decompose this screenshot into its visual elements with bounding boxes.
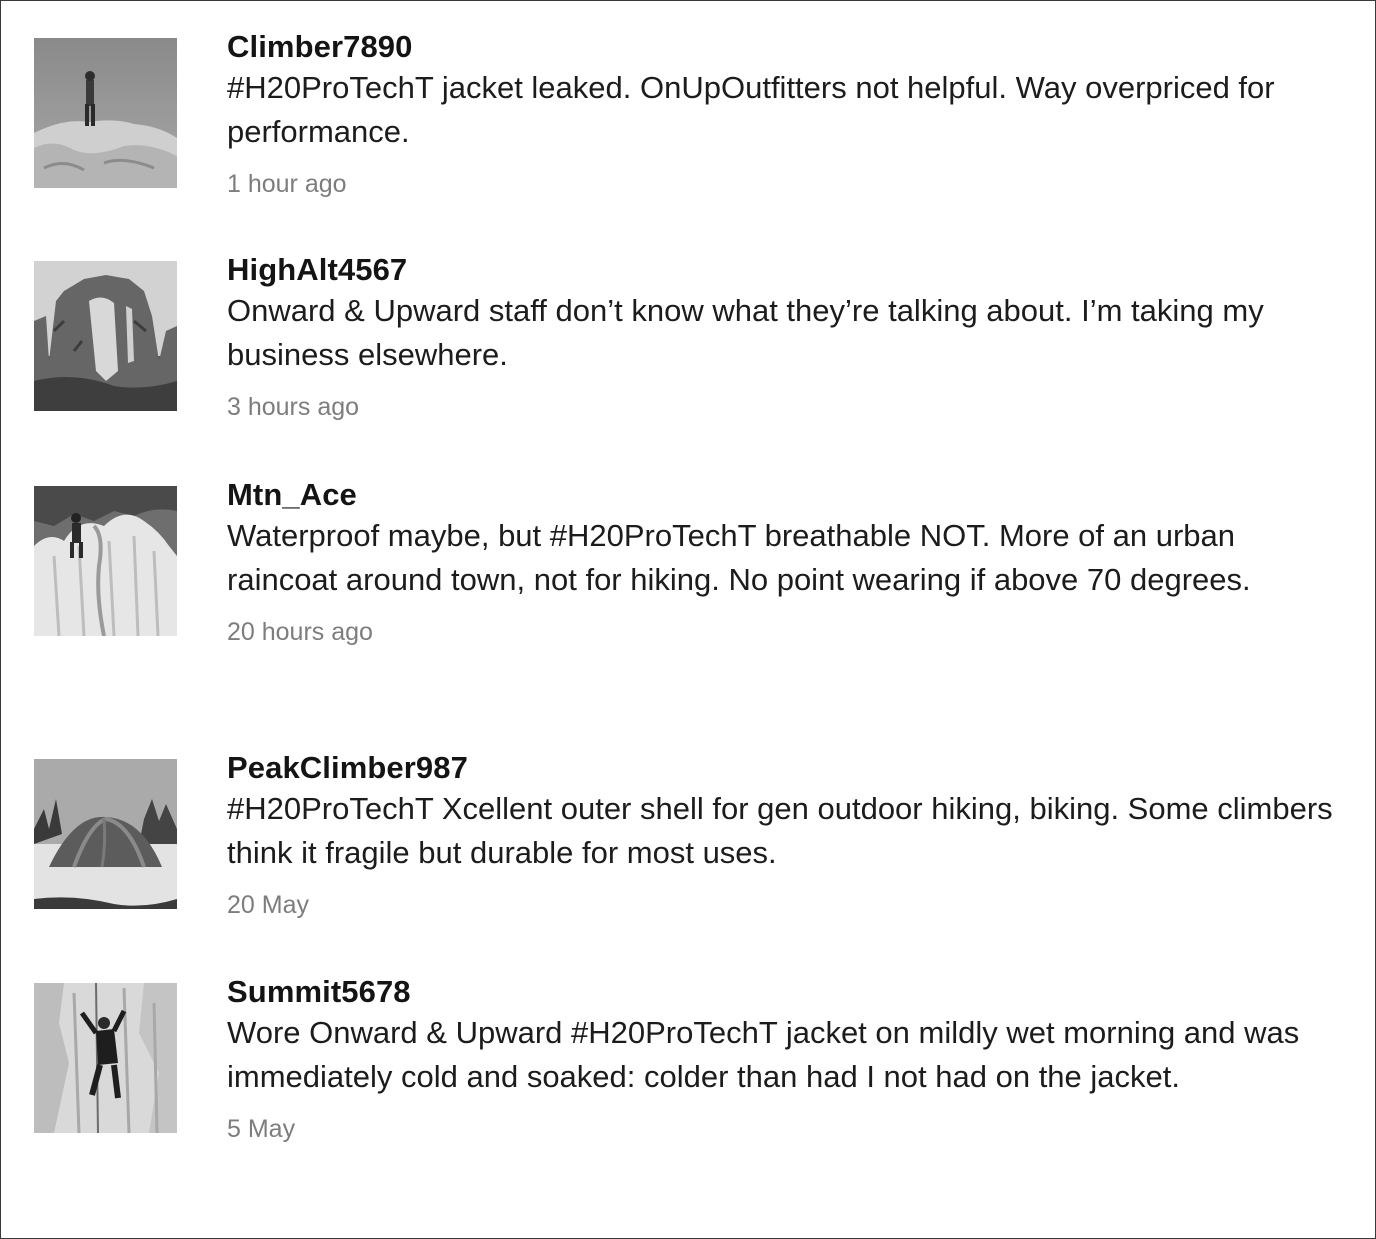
timestamp[interactable]: 20 hours ago: [227, 617, 1337, 647]
post-content: PeakClimber987 #H20ProTechT Xcellent out…: [227, 750, 1337, 920]
username[interactable]: Summit5678: [227, 973, 1337, 1011]
timestamp[interactable]: 1 hour ago: [227, 169, 1337, 199]
avatar[interactable]: [34, 38, 177, 188]
ice-climber-photo: [34, 486, 177, 636]
tent-in-snow-photo: [34, 759, 177, 909]
post-text: Onward & Upward staff don’t know what th…: [227, 293, 1264, 372]
ice-wall-climber-photo: [34, 983, 177, 1133]
post-text: #H20ProTechT Xcellent outer shell for ge…: [227, 791, 1333, 870]
rock-arch-photo: [34, 261, 177, 411]
comment-feed: Climber7890 #H20ProTechT jacket leaked. …: [0, 0, 1376, 1239]
username[interactable]: PeakClimber987: [227, 749, 1337, 787]
post-text: #H20ProTechT jacket leaked. OnUpOutfitte…: [227, 70, 1275, 149]
timestamp[interactable]: 20 May: [227, 890, 1337, 920]
avatar[interactable]: [34, 983, 177, 1133]
avatar[interactable]: [34, 759, 177, 909]
username[interactable]: Climber7890: [227, 28, 1337, 66]
post-content: HighAlt4567 Onward & Upward staff don’t …: [227, 252, 1337, 422]
post-text: Waterproof maybe, but #H20ProTechT breat…: [227, 518, 1251, 597]
post-content: Summit5678 Wore Onward & Upward #H20ProT…: [227, 974, 1337, 1144]
post-content: Mtn_Ace Waterproof maybe, but #H20ProTec…: [227, 477, 1337, 647]
username[interactable]: Mtn_Ace: [227, 476, 1337, 514]
timestamp[interactable]: 5 May: [227, 1114, 1337, 1144]
climber-on-rock-summit-photo: [34, 38, 177, 188]
post-text: Wore Onward & Upward #H20ProTechT jacket…: [227, 1015, 1300, 1094]
avatar[interactable]: [34, 486, 177, 636]
post-content: Climber7890 #H20ProTechT jacket leaked. …: [227, 29, 1337, 199]
avatar[interactable]: [34, 261, 177, 411]
username[interactable]: HighAlt4567: [227, 251, 1337, 289]
timestamp[interactable]: 3 hours ago: [227, 392, 1337, 422]
